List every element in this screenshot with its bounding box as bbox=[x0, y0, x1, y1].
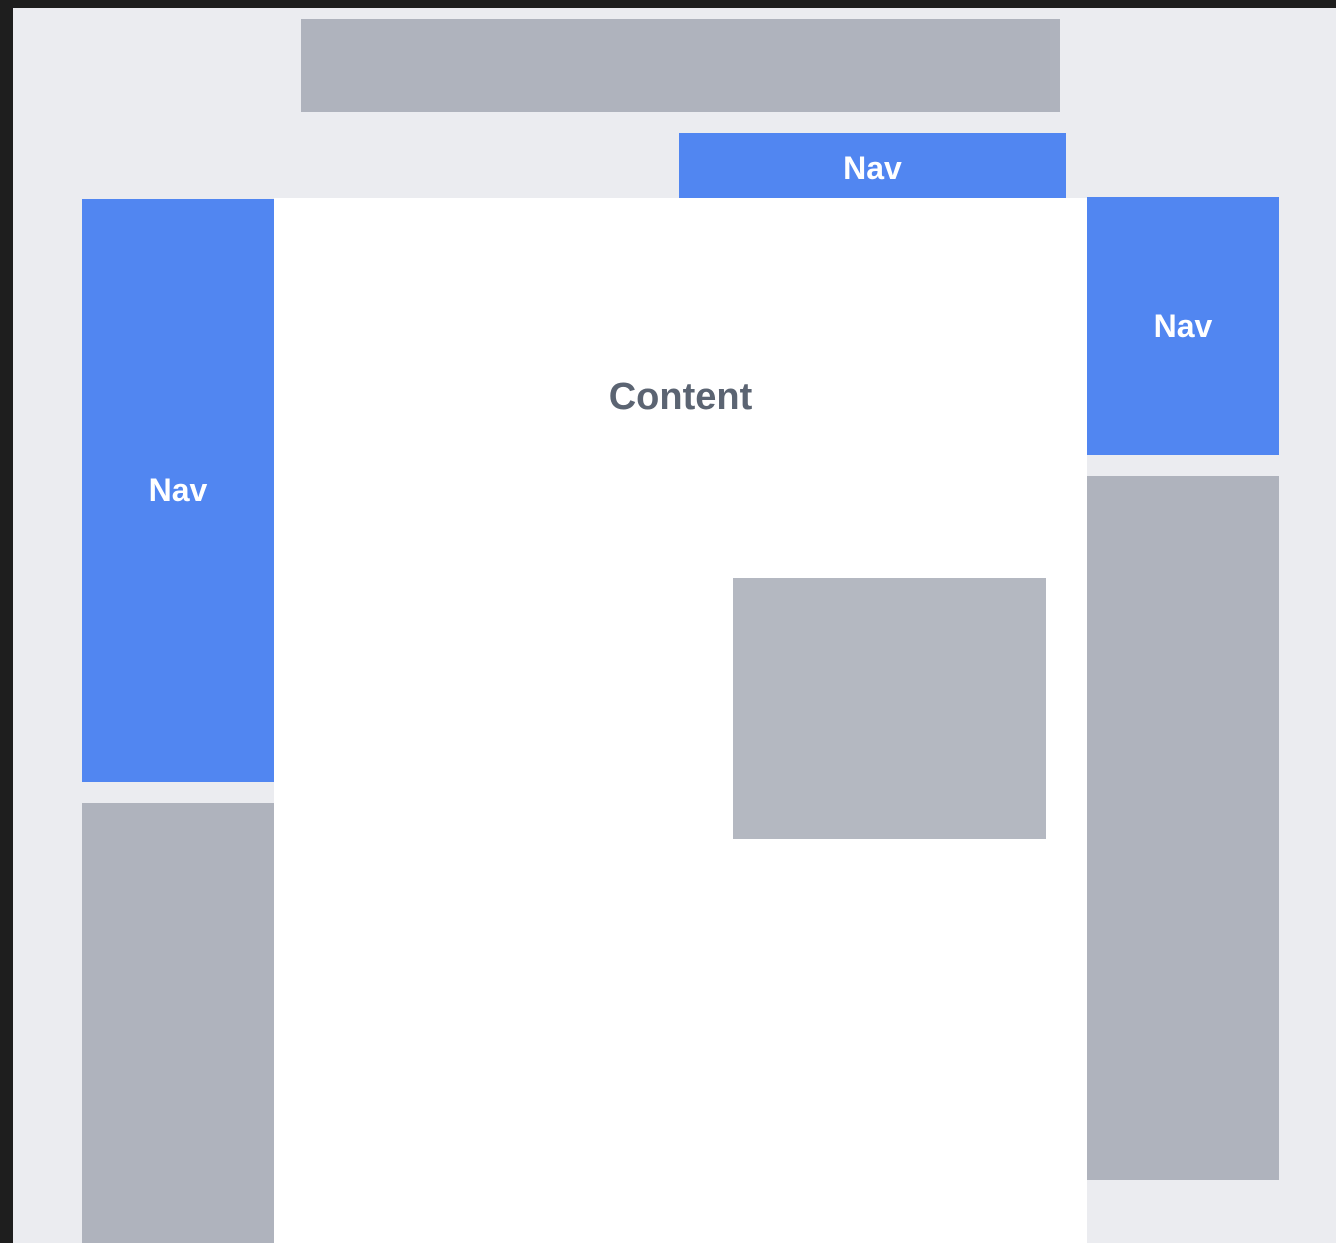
header-placeholder bbox=[301, 19, 1060, 112]
top-nav-label: Nav bbox=[843, 149, 902, 186]
left-nav[interactable]: Nav bbox=[82, 199, 274, 782]
content-title: Content bbox=[608, 376, 753, 418]
right-sidebar-placeholder bbox=[1087, 476, 1279, 1180]
top-nav[interactable]: Nav bbox=[679, 133, 1066, 203]
left-nav-label: Nav bbox=[148, 472, 208, 508]
left-sidebar-placeholder bbox=[82, 803, 274, 1243]
right-nav[interactable]: Nav bbox=[1087, 197, 1279, 455]
main-content: Content bbox=[274, 198, 1087, 1243]
page-canvas: Nav Nav Content Nav bbox=[13, 8, 1336, 1243]
right-nav-label: Nav bbox=[1153, 307, 1213, 344]
content-image-placeholder bbox=[733, 578, 1046, 839]
